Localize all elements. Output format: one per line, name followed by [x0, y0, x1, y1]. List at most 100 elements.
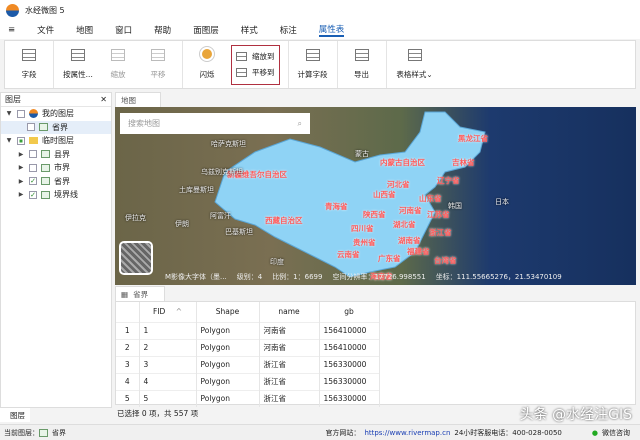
expand-arrow-icon[interactable]: ▼ — [5, 110, 13, 117]
table-row[interactable]: 2 2 Polygon 河南省 156410000 — [116, 338, 380, 356]
cell-name[interactable]: 河南省 — [259, 321, 320, 339]
zoom-button[interactable]: 缩放 — [98, 43, 138, 87]
map-search-input[interactable]: 搜索地图 ⌕ — [120, 113, 310, 134]
province-label: 辽宁省 — [437, 176, 460, 185]
cell-gb[interactable]: 156410000 — [319, 338, 380, 356]
expand-arrow-icon[interactable]: ▶ — [17, 164, 25, 171]
tab-layers[interactable]: 图层 — [0, 408, 30, 422]
layer-group-my-layers[interactable]: ▼ 我的图层 — [1, 107, 111, 121]
basemap-switcher[interactable] — [119, 241, 153, 275]
tab-map-label: 地图 — [121, 95, 136, 105]
cell-shape[interactable]: Polygon — [196, 338, 260, 356]
layer-group-temp-layers[interactable]: ▼ 临时图层 — [1, 134, 111, 148]
search-placeholder: 搜索地图 — [128, 119, 160, 128]
checkbox-checked[interactable]: ✓ — [29, 177, 37, 186]
cell-name[interactable]: 河南省 — [259, 338, 320, 356]
country-label: 韩国 — [448, 202, 462, 210]
row-number[interactable]: 2 — [116, 338, 140, 356]
map-view[interactable]: 搜索地图 ⌕ 黑龙江省 吉林省 内蒙古自治区 辽宁省 新疆维吾尔自治区 河北省 山… — [115, 107, 636, 285]
cell-fid[interactable]: 1 — [139, 321, 197, 339]
cell-gb[interactable]: 156330000 — [319, 355, 380, 373]
cell-name[interactable]: 浙江省 — [259, 355, 320, 373]
menu-window[interactable]: 窗口 — [115, 24, 132, 36]
table-style-icon — [407, 49, 422, 61]
tab-table-label: 省界 — [133, 289, 149, 299]
menu-file[interactable]: 文件 — [37, 24, 54, 36]
menu-map[interactable]: 地图 — [76, 24, 93, 36]
expand-arrow-icon[interactable]: ▶ — [17, 191, 25, 198]
menu-attribute-table[interactable]: 属性表 — [318, 23, 345, 37]
cell-fid[interactable]: 5 — [139, 389, 197, 407]
menu-style[interactable]: 样式 — [241, 24, 258, 36]
pan-to-button[interactable]: 平移到 — [236, 65, 275, 81]
checkbox-checked[interactable]: ✓ — [29, 190, 37, 199]
checkbox[interactable] — [29, 163, 37, 172]
layer-label: 市界 — [54, 163, 70, 173]
export-button[interactable]: 导出 — [342, 43, 382, 87]
select-by-attribute-button[interactable]: 按属性... — [58, 43, 98, 87]
column-header-gb[interactable]: gb — [319, 302, 380, 322]
field-icon — [22, 49, 36, 61]
tab-map[interactable]: 地图 — [115, 92, 161, 107]
calculate-field-button[interactable]: 计算字段 — [293, 43, 333, 87]
flash-button[interactable]: 闪烁 — [187, 43, 227, 87]
cell-shape[interactable]: Polygon — [196, 372, 260, 390]
table-row[interactable]: 4 4 Polygon 浙江省 156330000 — [116, 372, 380, 390]
tab-attribute-table[interactable]: ▦ 省界 — [115, 286, 165, 301]
table-row[interactable]: 5 5 Polygon 浙江省 156330000 — [116, 389, 380, 407]
layer-my-province[interactable]: 省界 — [1, 120, 111, 134]
cell-gb[interactable]: 156330000 — [319, 372, 380, 390]
layer-county[interactable]: ▶ 县界 — [1, 148, 111, 162]
table-row[interactable]: 3 3 Polygon 浙江省 156330000 — [116, 355, 380, 373]
row-number[interactable]: 5 — [116, 389, 140, 407]
column-header-shape[interactable]: Shape — [196, 302, 260, 322]
zoom-to-button[interactable]: 缩放到 — [236, 49, 275, 65]
website-link[interactable]: https://www.rivermap.cn — [364, 429, 450, 437]
checkbox[interactable] — [29, 150, 37, 159]
wechat-consult-button[interactable]: 微信咨询 — [602, 428, 630, 438]
expand-arrow-icon[interactable]: ▼ — [5, 137, 13, 144]
layer-border[interactable]: ▶ ✓ 境界线 — [1, 188, 111, 202]
expand-arrow-icon[interactable]: ▶ — [17, 178, 25, 185]
cell-gb[interactable]: 156330000 — [319, 389, 380, 407]
table-row[interactable]: 1 1 Polygon 河南省 156410000 — [116, 321, 380, 339]
cell-fid[interactable]: 3 — [139, 355, 197, 373]
checkbox[interactable] — [17, 136, 25, 145]
row-number[interactable]: 1 — [116, 321, 140, 339]
menu-label[interactable]: 标注 — [280, 24, 297, 36]
expand-arrow-icon[interactable]: ▶ — [17, 151, 25, 158]
column-header-name[interactable]: name — [259, 302, 320, 322]
province-label: 山西省 — [373, 190, 396, 199]
search-icon[interactable]: ⌕ — [298, 119, 302, 129]
province-label: 西藏自治区 — [265, 216, 303, 225]
table-style-button[interactable]: 表格样式⌄ — [391, 43, 439, 87]
wechat-icon: ● — [591, 428, 598, 437]
menu-help[interactable]: 帮助 — [154, 24, 171, 36]
cell-fid[interactable]: 2 — [139, 338, 197, 356]
cell-name[interactable]: 浙江省 — [259, 372, 320, 390]
cell-gb[interactable]: 156410000 — [319, 321, 380, 339]
field-button[interactable]: 字段 — [9, 43, 49, 87]
close-icon[interactable]: ✕ — [100, 95, 107, 104]
province-label: 黑龙江省 — [458, 134, 488, 143]
layer-province[interactable]: ▶ ✓ 省界 — [1, 175, 111, 189]
country-label: 伊朗 — [175, 220, 189, 228]
checkbox[interactable] — [27, 123, 35, 132]
hamburger-icon[interactable]: ≡ — [8, 25, 15, 35]
map-resolution: 空间分辨率：17726.998551 — [332, 273, 426, 281]
row-number[interactable]: 3 — [116, 355, 140, 373]
menu-polygon-layer[interactable]: 面图层 — [193, 24, 219, 36]
map-source: M影像大字体（墨... — [165, 273, 227, 281]
layer-city[interactable]: ▶ 市界 — [1, 161, 111, 175]
cell-fid[interactable]: 4 — [139, 372, 197, 390]
cell-shape[interactable]: Polygon — [196, 321, 260, 339]
cell-name[interactable]: 浙江省 — [259, 389, 320, 407]
pan-button[interactable]: 平移 — [138, 43, 178, 87]
row-number[interactable]: 4 — [116, 372, 140, 390]
cell-shape[interactable]: Polygon — [196, 355, 260, 373]
folder-icon — [29, 137, 38, 145]
column-header-fid[interactable]: FID ^ — [139, 302, 197, 322]
province-label: 江苏省 — [427, 210, 450, 219]
cell-shape[interactable]: Polygon — [196, 389, 260, 407]
checkbox[interactable] — [17, 109, 25, 118]
